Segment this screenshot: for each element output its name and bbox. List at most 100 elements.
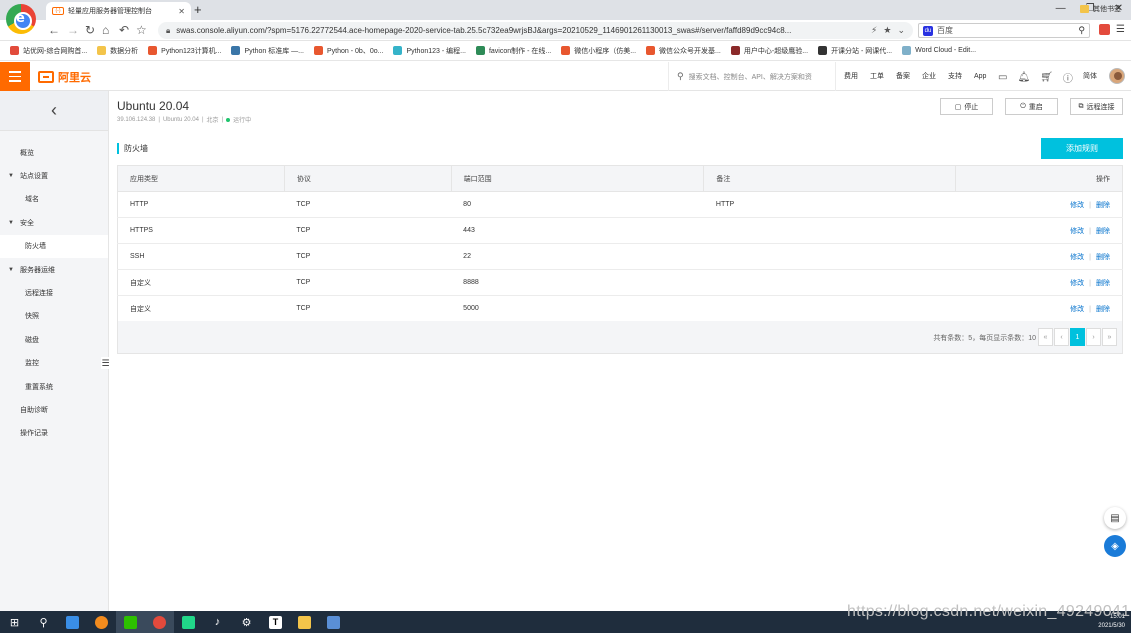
remote-button[interactable]: ⧉ 远程连接 <box>1070 98 1123 115</box>
bookmark-item[interactable]: 用户中心-超级鹰验... <box>730 46 808 56</box>
sidebar-item[interactable]: ▼ 站点设置 <box>0 164 108 187</box>
bookmark-item[interactable]: Python 标准库 —... <box>231 46 304 56</box>
top-link[interactable]: 备案 <box>896 71 910 81</box>
sidebar-item[interactable]: ▼ 服务器运维 <box>0 258 108 281</box>
windows-start-button[interactable]: ⊞ <box>0 611 29 633</box>
edit-link[interactable]: 修改 <box>1070 254 1084 261</box>
bookmark-item[interactable]: 开课分站 - 网课代... <box>818 46 892 56</box>
bookmark-item[interactable]: 站优网-综合网购首... <box>10 46 87 56</box>
taskbar-app-pycharm[interactable] <box>174 611 203 633</box>
terminal-icon[interactable]: ▭ <box>998 72 1007 83</box>
add-rule-button[interactable]: 添加规则 <box>1041 138 1123 159</box>
last-page-button[interactable]: » <box>1102 328 1117 346</box>
bookmark-star-icon[interactable]: ★ <box>883 25 891 36</box>
extension-icon[interactable] <box>1099 24 1111 35</box>
bookmark-item[interactable]: Python123计算机... <box>148 46 221 56</box>
bookmark-item[interactable]: 数据分析 <box>97 46 138 56</box>
delete-link[interactable]: 删除 <box>1096 306 1110 313</box>
bookmark-item[interactable]: 微信小程序（仿美... <box>561 46 636 56</box>
sidebar-item[interactable]: 操作记录 <box>0 422 108 445</box>
bookmark-item[interactable]: Python - 0b、0o... <box>314 46 383 56</box>
search-icon[interactable]: ⚲ <box>1078 25 1085 36</box>
restart-button[interactable]: ⏻ 重启 <box>1005 98 1058 115</box>
taskbar-app-1[interactable] <box>58 611 87 633</box>
browser-search-box[interactable]: du 百度 ⚲ <box>918 23 1090 38</box>
sidebar-item[interactable]: 域名 <box>0 188 108 211</box>
lightning-icon[interactable]: ⚡︎ <box>871 25 877 36</box>
delete-link[interactable]: 删除 <box>1096 254 1110 261</box>
taskbar-app-typora[interactable]: T <box>261 611 290 633</box>
sidebar-item[interactable]: 防火墙 <box>0 234 108 258</box>
next-page-button[interactable]: › <box>1086 328 1101 346</box>
top-link[interactable]: 支持 <box>948 71 962 81</box>
undo-icon[interactable]: ↶ <box>119 22 129 38</box>
bookmark-favicon-icon <box>475 46 485 55</box>
page-button-current[interactable]: 1 <box>1070 328 1085 346</box>
delete-link[interactable]: 删除 <box>1096 280 1110 287</box>
sidebar-item[interactable]: 快照 <box>0 305 108 328</box>
stop-button[interactable]: ▢ 停止 <box>940 98 993 115</box>
taskbar-app-2[interactable] <box>87 611 116 633</box>
url-text[interactable]: swas.console.aliyun.com/?spm=5176.227725… <box>176 26 865 35</box>
bookmark-label: 开课分站 - 网课代... <box>831 47 893 55</box>
forward-icon[interactable]: → <box>67 22 79 38</box>
edit-link[interactable]: 修改 <box>1070 202 1084 209</box>
top-link[interactable]: 企业 <box>922 71 936 81</box>
star-icon[interactable]: ☆ <box>136 22 147 38</box>
taskbar-app-chrome[interactable] <box>145 611 174 633</box>
column-header: 备注 <box>703 165 957 192</box>
home-icon[interactable]: ⌂ <box>102 22 109 38</box>
tab-close-icon[interactable]: ✕ <box>178 7 185 16</box>
other-bookmarks[interactable]: 其他书签 <box>1080 4 1121 14</box>
taskbar-app-remote[interactable] <box>319 611 348 633</box>
chat-float-button[interactable]: ▤ <box>1104 507 1126 529</box>
edit-link[interactable]: 修改 <box>1070 306 1084 313</box>
minimize-icon[interactable]: — <box>1056 3 1066 14</box>
edit-link[interactable]: 修改 <box>1070 228 1084 235</box>
edit-link[interactable]: 修改 <box>1070 280 1084 287</box>
browser-tab-active[interactable]: (-) 轻量应用服务器管理控制台 ✕ <box>46 2 191 20</box>
aliyun-logo[interactable]: 阿里云 <box>38 69 91 85</box>
bookmark-item[interactable]: 微信公众号开发基... <box>646 46 721 56</box>
sidebar-back-button[interactable]: ‹ <box>0 91 108 131</box>
menu-icon[interactable]: ☰ <box>1116 24 1125 35</box>
sidebar-item[interactable]: 磁盘 <box>0 328 108 351</box>
console-search[interactable]: ⚲ 搜索文档、控制台、API、解决方案和资 <box>668 62 836 91</box>
first-page-button[interactable]: « <box>1038 328 1053 346</box>
sidebar-item[interactable]: 自助诊断 <box>0 398 108 421</box>
new-tab-button[interactable]: + <box>194 3 202 16</box>
url-bar[interactable]: 🔒︎ swas.console.aliyun.com/?spm=5176.227… <box>158 22 913 39</box>
bookmark-item[interactable]: Python123 - 编程... <box>393 46 466 56</box>
top-link[interactable]: App <box>974 73 986 80</box>
taskbar-app-settings[interactable]: ⚙ <box>232 611 261 633</box>
top-link[interactable]: 工单 <box>870 71 884 81</box>
section-title: 防火墙 <box>117 143 148 154</box>
bookmark-item[interactable]: favicon制作 - 在线... <box>475 46 551 56</box>
bookmark-item[interactable]: Word Cloud - Edit... <box>902 46 976 55</box>
top-link[interactable]: 费用 <box>844 71 858 81</box>
language-switch[interactable]: 简体 <box>1083 71 1097 81</box>
taskbar-app-wechat[interactable] <box>116 611 145 633</box>
clock-date: 2021/5/30 <box>1098 623 1125 629</box>
taskbar-app-feather[interactable]: ♪ <box>203 611 232 633</box>
help-icon[interactable]: ⓘ <box>1063 70 1073 85</box>
bell-icon[interactable]: 🔔︎ <box>1017 72 1030 83</box>
sidebar-item[interactable]: ▼ 安全 <box>0 211 108 234</box>
sidebar-item[interactable]: 监控 <box>0 352 108 375</box>
hamburger-menu-button[interactable] <box>0 62 30 91</box>
sidebar-item[interactable]: 概览 <box>0 141 108 164</box>
sidebar-item[interactable]: 远程连接 <box>0 281 108 304</box>
apps-float-button[interactable]: ◈ <box>1104 535 1126 557</box>
delete-link[interactable]: 删除 <box>1096 228 1110 235</box>
chevron-down-icon[interactable]: ⌄ <box>897 25 905 36</box>
taskbar-app-explorer[interactable] <box>290 611 319 633</box>
delete-link[interactable]: 删除 <box>1096 202 1110 209</box>
reload-icon[interactable]: ↻ <box>85 22 95 38</box>
back-icon[interactable]: ← <box>48 22 60 38</box>
avatar[interactable] <box>1109 68 1125 84</box>
prev-page-button[interactable]: ‹ <box>1054 328 1069 346</box>
sidebar-item[interactable]: 重置系统 <box>0 375 108 398</box>
extension-icons: ☰ <box>1099 24 1125 35</box>
cart-icon[interactable]: 🛒︎ <box>1040 72 1053 83</box>
taskbar-search-button[interactable]: ⚲ <box>29 611 58 633</box>
